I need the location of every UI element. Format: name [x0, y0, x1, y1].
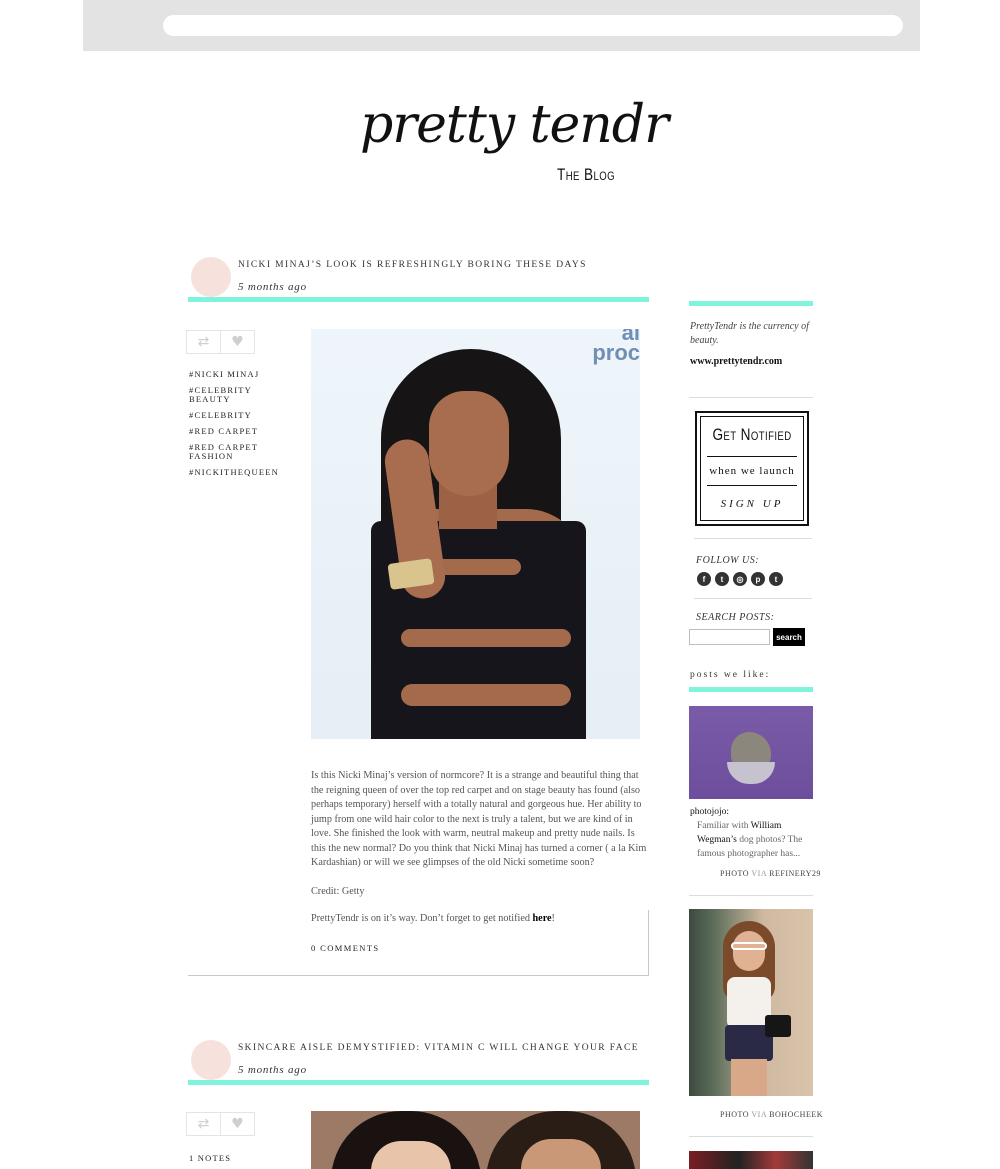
photo-credit: Photo via bohocheek	[720, 1110, 824, 1119]
avatar[interactable]	[191, 1040, 231, 1080]
photo-source-link[interactable]: refinery29	[769, 869, 821, 878]
post-credit: Credit: Getty	[311, 885, 365, 897]
tumblr-icon[interactable]: t	[769, 572, 783, 586]
sidebar-description: PrettyTendr is the currency of beauty.	[690, 321, 809, 346]
notify-middle: when we launch	[709, 465, 795, 477]
sidebar-divider	[689, 1136, 813, 1137]
logo-subtitle: The Blog	[557, 165, 615, 184]
post-date[interactable]: 5 months ago	[238, 281, 307, 293]
post-divider	[188, 975, 649, 976]
liked-post-thumbnail[interactable]	[689, 706, 813, 799]
post-title[interactable]: Skincare Aisle Demystified: Vitamin C wi…	[238, 1043, 639, 1053]
source-link[interactable]: photojojo	[690, 807, 726, 817]
post-actions: ⇄ ♥	[186, 330, 255, 354]
follow-label: Follow us:	[696, 555, 760, 566]
post-divider	[648, 910, 649, 976]
tag-link[interactable]: #Nicki Minaj	[189, 370, 289, 379]
tag-link[interactable]: #Celebrity	[189, 411, 289, 420]
sidebar-rule	[689, 687, 813, 692]
search-input[interactable]	[689, 629, 770, 645]
twitter-icon[interactable]: t	[715, 572, 729, 586]
post-body: Is this Nicki Minaj’s version of normcor…	[311, 769, 651, 940]
notify-here-link[interactable]: here	[533, 913, 552, 924]
tag-link[interactable]: #Celebrity Beauty	[189, 386, 259, 404]
pinterest-icon[interactable]: p	[751, 572, 765, 586]
photo-source-link[interactable]: bohocheek	[769, 1110, 823, 1119]
notify-signup: sign up	[720, 498, 784, 510]
liked-post-thumbnail[interactable]	[689, 909, 813, 1096]
logo-wordmark: pretty tendr	[360, 95, 669, 155]
post-notify-line: PrettyTendr is on it’s way. Don’t forget…	[311, 913, 555, 924]
tag-link[interactable]: #red carpet	[189, 427, 289, 436]
browser-chrome	[83, 0, 920, 51]
post-paragraph: Is this Nicki Minaj’s version of normcor…	[311, 770, 647, 868]
post-photo[interactable]: al proc	[311, 329, 640, 739]
photo-subject-face	[429, 391, 509, 496]
post-notes[interactable]: 1 notes	[189, 1153, 231, 1163]
sidebar-divider	[689, 895, 813, 896]
sidebar-divider	[689, 397, 813, 398]
sidebar-rule	[689, 301, 813, 306]
post-actions: ⇄ ♥	[186, 1112, 255, 1136]
photo-credit: Photo via refinery29	[720, 869, 821, 878]
tag-link[interactable]: #NickiTheQueen	[189, 468, 289, 477]
sidebar-url-link[interactable]: www.prettytendr.com	[690, 356, 782, 367]
liked-post-source: photojojo:	[690, 807, 730, 817]
notify-title: Get Notified	[712, 425, 792, 444]
tag-link[interactable]: #red carpet fashion	[189, 443, 259, 461]
post-tags: #Nicki Minaj #Celebrity Beauty #Celebrit…	[189, 370, 289, 484]
reblog-icon[interactable]: ⇄	[187, 331, 220, 353]
liked-post-description: Familiar with William Wegman’s dog photo…	[697, 821, 803, 859]
sidebar-divider	[694, 538, 812, 539]
social-icons: f t ◎ p t	[697, 572, 783, 586]
heart-icon[interactable]: ♥	[220, 331, 254, 353]
sidebar-divider	[694, 598, 812, 599]
posts-we-like-label: posts we like:	[690, 670, 771, 680]
facebook-icon[interactable]: f	[697, 572, 711, 586]
heart-icon[interactable]: ♥	[220, 1113, 254, 1135]
avatar[interactable]	[191, 257, 231, 297]
search-label: Search posts:	[696, 612, 775, 623]
instagram-icon[interactable]: ◎	[733, 572, 747, 586]
post-title[interactable]: Nicki Minaj’s Look is Refreshingly Borin…	[238, 260, 587, 270]
post-date[interactable]: 5 months ago	[238, 1064, 307, 1076]
get-notified-badge[interactable]: Get Notified when we launch sign up	[695, 411, 809, 526]
reblog-icon[interactable]: ⇄	[187, 1113, 220, 1135]
comments-link[interactable]: 0 Comments	[311, 943, 380, 953]
liked-post-thumbnail[interactable]	[689, 1151, 813, 1169]
post-header: Nicki Minaj’s Look is Refreshingly Borin…	[188, 254, 649, 302]
photo-backdrop-logo: al proc	[592, 329, 640, 365]
address-bar[interactable]	[163, 15, 903, 36]
blog-logo[interactable]: pretty tendr The Blog	[350, 95, 669, 195]
post-header: Skincare Aisle Demystified: Vitamin C wi…	[188, 1037, 649, 1085]
search-button[interactable]: search	[773, 628, 805, 646]
post-photo[interactable]	[311, 1111, 640, 1169]
